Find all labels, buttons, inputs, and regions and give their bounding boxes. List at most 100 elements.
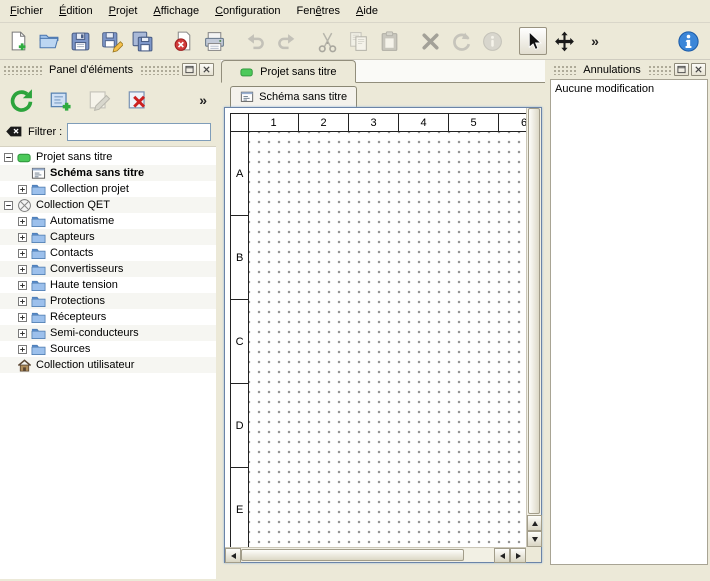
tree-item-recepteurs[interactable]: Récepteurs (0, 309, 216, 325)
tree-item-label: Projet sans titre (36, 151, 112, 163)
tree-item-haute-tension[interactable]: Haute tension (0, 277, 216, 293)
tree-expander-closed[interactable] (18, 281, 27, 290)
undo-button[interactable] (241, 27, 269, 55)
tree-item-collection-utilisateur[interactable]: Collection utilisateur (0, 357, 216, 373)
row-headers: ABCDE (231, 132, 249, 547)
redo-icon (275, 30, 298, 53)
tree-expander-closed[interactable] (18, 329, 27, 338)
close-icon (694, 65, 703, 74)
filter-row: Filtrer : (0, 121, 216, 146)
tree-expander-open[interactable] (4, 201, 13, 210)
tree-item-sources[interactable]: Sources (0, 341, 216, 357)
undo-panel-title-bar[interactable]: Annulations (550, 60, 708, 79)
toolbar-group (4, 27, 156, 55)
tree-item-collection-projet[interactable]: Collection projet (0, 181, 216, 197)
save-button[interactable] (66, 27, 94, 55)
diagram-canvas[interactable]: 123456 ABCDE (225, 108, 526, 547)
tree-expander-closed[interactable] (18, 345, 27, 354)
open-file-button[interactable] (35, 27, 63, 55)
move-tool-button[interactable] (550, 27, 578, 55)
toolbar-group (416, 27, 506, 55)
horizontal-scroll-track[interactable] (241, 548, 494, 562)
element-info-button[interactable] (478, 27, 506, 55)
menu-fenetres[interactable]: Fenêtres (289, 1, 348, 21)
right-arrow-icon (516, 553, 521, 559)
horizontal-scroll-thumb[interactable] (241, 549, 464, 561)
filter-input[interactable] (67, 123, 211, 141)
about-button[interactable] (674, 27, 702, 55)
toolbar-overflow-button[interactable]: » (581, 27, 609, 55)
vertical-scroll-thumb[interactable] (528, 108, 540, 514)
tree-item-label: Collection projet (50, 183, 129, 195)
tree-item-automatisme[interactable]: Automatisme (0, 213, 216, 229)
tree-expander-closed[interactable] (18, 233, 27, 242)
tab-project[interactable]: Projet sans titre (221, 60, 355, 83)
menu-affichage[interactable]: Affichage (145, 1, 207, 21)
float-panel-button[interactable] (674, 63, 689, 76)
down-arrow-icon (532, 537, 538, 542)
redo-button[interactable] (272, 27, 300, 55)
tree-item-label: Schéma sans titre (50, 167, 144, 179)
menu-fichier[interactable]: Fichier (2, 1, 51, 21)
delete-button[interactable] (416, 27, 444, 55)
menu-projet[interactable]: Projet (101, 1, 146, 21)
save-all-button[interactable] (128, 27, 156, 55)
vertical-scrollbar[interactable] (526, 108, 541, 547)
tree-item-label: Sources (50, 343, 90, 355)
reload-collections-button[interactable] (4, 83, 38, 117)
panel-overflow-button[interactable]: » (194, 83, 212, 117)
clear-filter-button[interactable] (5, 124, 23, 139)
cut-button[interactable] (313, 27, 341, 55)
tree-expander-closed[interactable] (18, 249, 27, 258)
horizontal-scrollbar[interactable] (225, 547, 526, 562)
scroll-down-button[interactable] (527, 531, 542, 547)
menu-edition[interactable]: Édition (51, 1, 101, 21)
delete-element-button[interactable] (121, 83, 155, 117)
tree-expander-closed[interactable] (18, 265, 27, 274)
tree-item-label: Convertisseurs (50, 263, 123, 275)
new-element-button[interactable] (43, 83, 77, 117)
tree-item-schema-sans-titre[interactable]: Schéma sans titre (0, 165, 216, 181)
tab-schema[interactable]: Schéma sans titre (230, 86, 357, 107)
tree-expander-closed[interactable] (18, 217, 27, 226)
scroll-left-button[interactable] (225, 548, 241, 563)
tree-expander-closed[interactable] (18, 297, 27, 306)
tree-item-convertisseurs[interactable]: Convertisseurs (0, 261, 216, 277)
close-file-button[interactable] (169, 27, 197, 55)
select-tool-button[interactable] (519, 27, 547, 55)
tree-item-label: Collection utilisateur (36, 359, 134, 371)
edit-element-button[interactable] (82, 83, 116, 117)
row-header-d: D (231, 384, 248, 468)
save-as-button[interactable] (97, 27, 125, 55)
scroll-left-button-2[interactable] (494, 548, 510, 563)
float-panel-button[interactable] (182, 63, 197, 76)
tree-item-projet-sans-titre[interactable]: Projet sans titre (0, 149, 216, 165)
row-header-e: E (231, 468, 248, 547)
tree-item-protections[interactable]: Protections (0, 293, 216, 309)
tree-expander-open[interactable] (4, 153, 13, 162)
scroll-right-button[interactable] (510, 548, 526, 563)
close-panel-button[interactable] (199, 63, 214, 76)
new-file-button[interactable] (4, 27, 32, 55)
left-arrow-icon (231, 553, 236, 559)
folder-icon (30, 245, 46, 261)
tree-item-semi-conducteurs[interactable]: Semi-conducteurs (0, 325, 216, 341)
close-panel-button[interactable] (691, 63, 706, 76)
tree-item-collection-qet[interactable]: Collection QET (0, 197, 216, 213)
undo-panel: Annulations Aucune modification (548, 60, 710, 579)
tree-item-contacts[interactable]: Contacts (0, 245, 216, 261)
elements-panel-title-bar[interactable]: Panel d'éléments (0, 60, 216, 79)
paste-button[interactable] (375, 27, 403, 55)
undo-list[interactable]: Aucune modification (550, 79, 708, 565)
print-button[interactable] (200, 27, 228, 55)
rotate-button[interactable] (447, 27, 475, 55)
tree-expander-closed[interactable] (18, 185, 27, 194)
menu-configuration[interactable]: Configuration (207, 1, 288, 21)
tree-item-capteurs[interactable]: Capteurs (0, 229, 216, 245)
diagram-grid[interactable] (249, 132, 526, 547)
copy-button[interactable] (344, 27, 372, 55)
new-file-icon (7, 30, 30, 53)
menu-aide[interactable]: Aide (348, 1, 386, 21)
scroll-up-button[interactable] (527, 515, 542, 531)
tree-expander-closed[interactable] (18, 313, 27, 322)
